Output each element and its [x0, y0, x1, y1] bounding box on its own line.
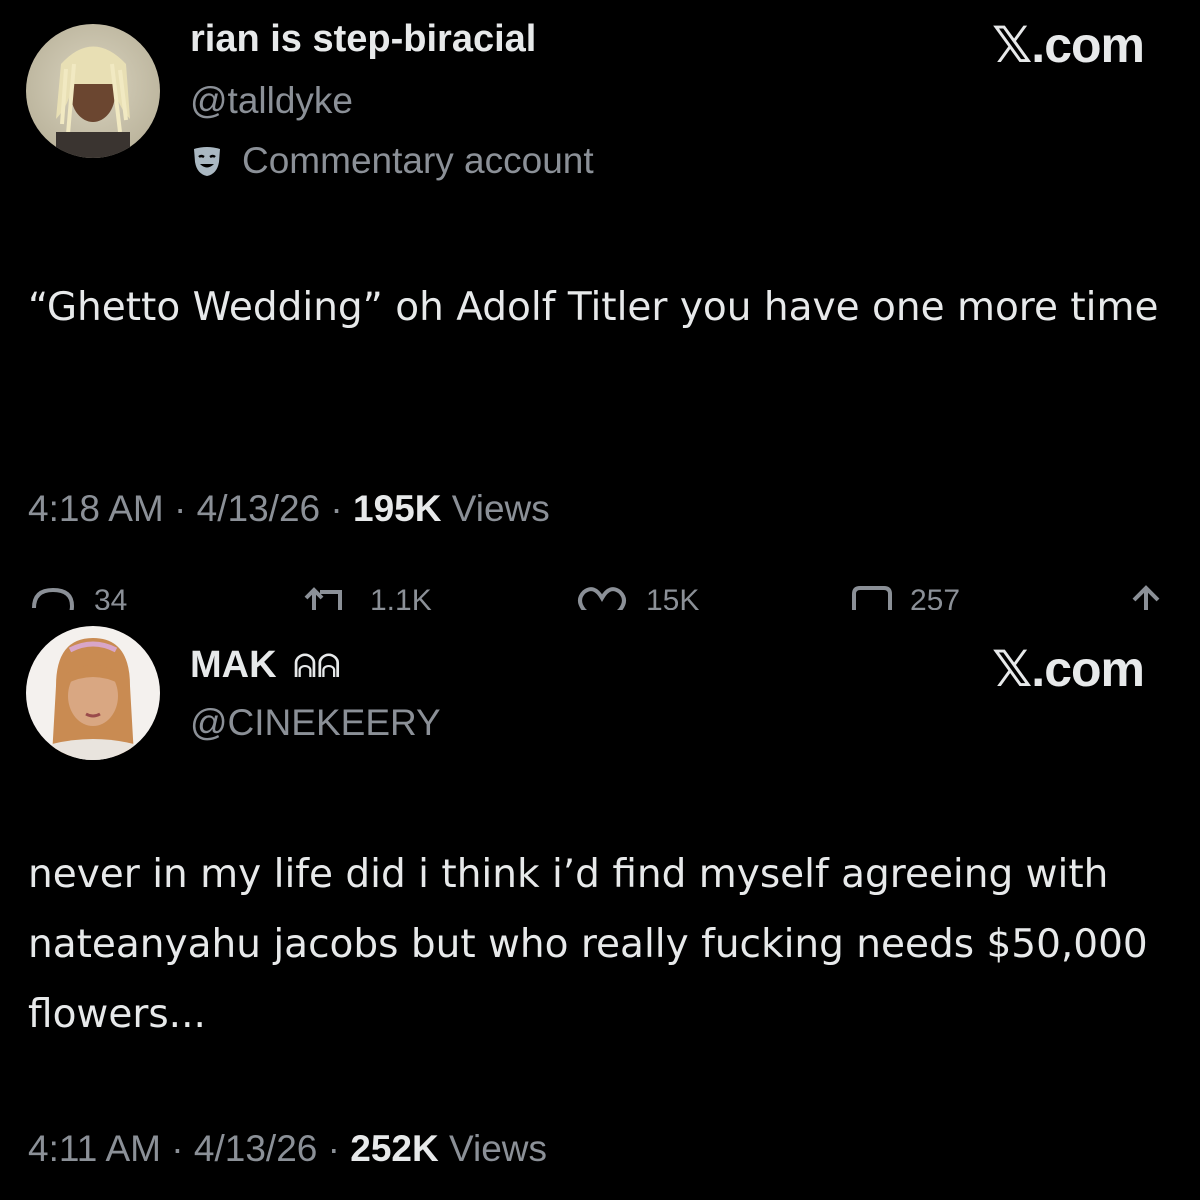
bookmark-icon: [850, 582, 894, 610]
meta-separator: ·: [171, 1128, 194, 1169]
views-count: 195K: [353, 488, 442, 529]
tweet-meta: 4:11 AM · 4/13/26 · 252K Views: [28, 1128, 547, 1170]
tweet-card: rian is step-biracial @talldyke Commenta…: [0, 0, 1200, 610]
reply-count: 34: [94, 584, 128, 610]
tweet-time[interactable]: 4:18 AM: [28, 488, 164, 529]
views-label: Views: [448, 1128, 548, 1169]
repost-button[interactable]: 1.1K: [300, 582, 432, 610]
user-handle[interactable]: @talldyke: [190, 80, 353, 122]
reply-icon: [28, 582, 78, 610]
tweet-time[interactable]: 4:11 AM: [28, 1128, 161, 1169]
meta-separator: ·: [330, 488, 353, 529]
meta-separator: ·: [174, 488, 197, 529]
tweet-date[interactable]: 4/13/26: [197, 488, 320, 529]
repost-count: 1.1K: [370, 584, 432, 610]
tweet-date[interactable]: 4/13/26: [194, 1128, 317, 1169]
heart-icon: [574, 582, 630, 610]
user-handle[interactable]: @CINEKEERY: [190, 702, 441, 744]
display-name: MAK: [190, 644, 277, 686]
x-brand-label: 𝕏.com: [992, 641, 1145, 697]
display-name-row[interactable]: MAK ᕱᕱ: [190, 644, 341, 687]
repost-icon: [300, 582, 354, 610]
tweet-text: never in my life did i think i’d find my…: [28, 852, 1148, 1037]
share-icon: [1124, 582, 1168, 610]
views-label: Views: [451, 488, 550, 529]
avatar[interactable]: [26, 626, 160, 760]
tweet-card: MAK ᕱᕱ @CINEKEERY 𝕏.com never in my life…: [0, 610, 1200, 1200]
bookmark-count: 257: [910, 584, 961, 610]
tweet-meta: 4:18 AM · 4/13/26 · 195K Views: [28, 488, 550, 530]
bookmark-button[interactable]: 257: [850, 582, 960, 610]
like-count: 15K: [646, 584, 700, 610]
share-button[interactable]: [1124, 582, 1168, 610]
account-label[interactable]: Commentary account: [190, 140, 594, 182]
views-count: 252K: [350, 1128, 439, 1169]
reply-button[interactable]: 34: [28, 582, 127, 610]
x-brand-label: 𝕏.com: [992, 17, 1145, 73]
tweet-text: “Ghetto Wedding” oh Adolf Titler you hav…: [28, 285, 1159, 330]
display-name[interactable]: rian is step-biracial: [190, 18, 536, 61]
name-decoration-glyph: ᕱᕱ: [293, 648, 341, 684]
account-label-text: Commentary account: [242, 140, 594, 181]
theater-mask-icon: [190, 144, 224, 178]
avatar[interactable]: [26, 24, 160, 158]
like-button[interactable]: 15K: [574, 582, 699, 610]
meta-separator: ·: [327, 1128, 351, 1169]
action-bar: 34 1.1K 15K 257: [0, 582, 1200, 610]
